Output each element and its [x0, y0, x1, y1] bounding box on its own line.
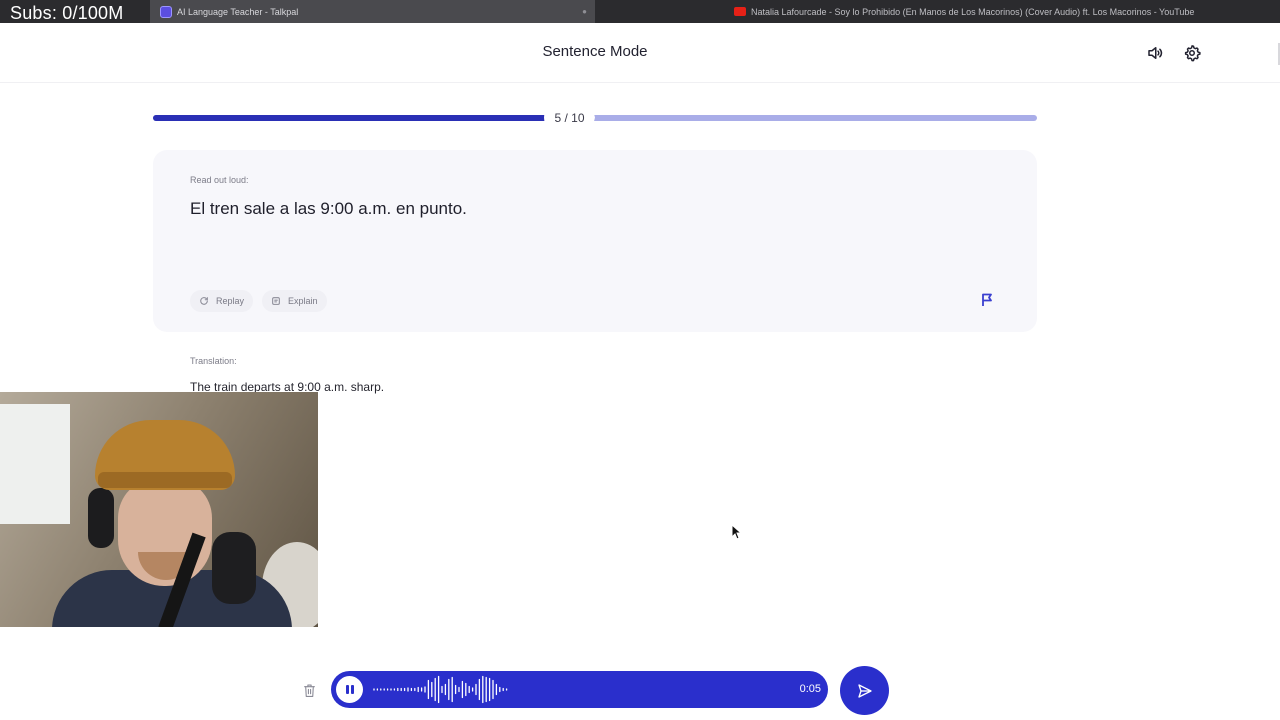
tab-audio-icon: ● — [582, 7, 587, 16]
webcam-beanie-band — [98, 472, 232, 488]
translation-caption: Translation: — [190, 356, 237, 366]
target-sentence: El tren sale a las 9:00 a.m. en punto. — [190, 199, 467, 218]
sentence-card: Read out loud: El tren sale a las 9:00 a… — [153, 150, 1037, 332]
browser-tab-bar: AI Language Teacher - Talkpal ● Natalia … — [0, 0, 1280, 23]
webcam-headphones — [88, 488, 114, 548]
audio-waveform — [373, 675, 508, 704]
app-header: Sentence Mode — [0, 23, 1280, 83]
talkpal-favicon-icon — [160, 5, 172, 18]
webcam-overlay — [0, 392, 318, 627]
explain-button[interactable]: Explain — [262, 290, 327, 312]
mouse-cursor-icon — [731, 524, 743, 540]
page-title: Sentence Mode — [542, 43, 648, 60]
read-aloud-caption: Read out loud: — [190, 175, 249, 185]
tab-title: Natalia Lafourcade - Soy lo Prohibido (E… — [751, 6, 1195, 17]
progress-bar — [153, 115, 1037, 121]
webcam-window-light — [0, 404, 70, 524]
flag-icon[interactable] — [979, 291, 995, 309]
replay-button[interactable]: Replay — [190, 290, 254, 312]
browser-tab-talkpal[interactable]: AI Language Teacher - Talkpal ● — [150, 0, 595, 23]
browser-tab-youtube[interactable]: Natalia Lafourcade - Soy lo Prohibido (E… — [730, 0, 1270, 23]
webcam-microphone — [212, 532, 256, 604]
send-icon[interactable] — [840, 666, 889, 715]
tab-title: AI Language Teacher - Talkpal — [177, 6, 299, 17]
speaker-icon[interactable] — [1144, 42, 1166, 64]
audio-recorder: 0:05 — [331, 671, 828, 708]
pause-icon[interactable] — [336, 676, 363, 703]
trash-icon[interactable] — [300, 680, 318, 700]
recording-time: 0:05 — [799, 683, 821, 695]
explain-icon — [272, 297, 280, 305]
replay-label: Replay — [216, 296, 245, 306]
progress-fill — [153, 115, 595, 121]
progress-label: 5 / 10 — [544, 102, 595, 133]
gear-icon[interactable] — [1181, 42, 1203, 64]
youtube-favicon-icon — [734, 7, 746, 16]
replay-icon — [200, 297, 208, 305]
explain-label: Explain — [288, 296, 318, 306]
subs-counter: Subs: 0/100M — [10, 3, 124, 23]
